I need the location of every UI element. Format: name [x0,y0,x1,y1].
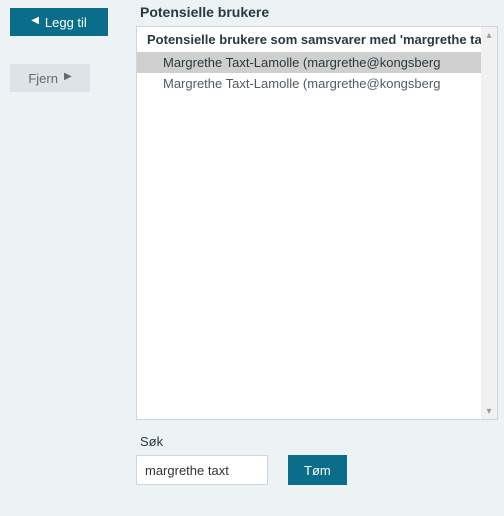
list-item[interactable]: Margrethe Taxt-Lamolle (margrethe@kongsb… [137,73,497,94]
remove-button[interactable]: Fjern ▶ [10,64,90,92]
search-label: Søk [140,434,498,449]
panel-heading: Potensielle brukere [140,4,498,20]
add-button-label: Legg til [45,15,87,30]
clear-button[interactable]: Tøm [288,455,347,485]
add-button[interactable]: ◀ Legg til [10,8,108,36]
scroll-down-icon[interactable]: ▾ [481,403,497,419]
remove-button-label: Fjern [28,71,58,86]
clear-button-label: Tøm [304,463,331,478]
scroll-up-icon[interactable]: ▴ [481,27,497,43]
triangle-left-icon: ◀ [31,16,39,26]
triangle-right-icon: ▶ [64,72,72,82]
search-input[interactable] [136,455,268,485]
list-item[interactable]: Margrethe Taxt-Lamolle (margrethe@kongsb… [137,52,497,73]
list-group-header: Potensielle brukere som samsvarer med 'm… [137,27,497,52]
scrollbar[interactable]: ▴ ▾ [481,27,497,419]
potential-users-listbox[interactable]: Potensielle brukere som samsvarer med 'm… [136,26,498,420]
